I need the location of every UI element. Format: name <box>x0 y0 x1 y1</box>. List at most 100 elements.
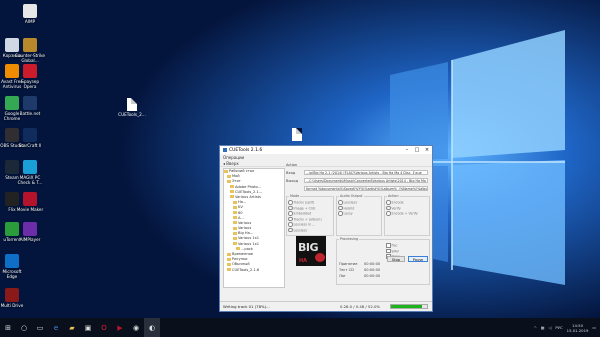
folder-icon <box>227 268 231 272</box>
option-action_opts[interactable]: Encode <box>386 200 404 205</box>
pause-button[interactable]: Pause <box>408 256 428 262</box>
option-mode_opts[interactable]: Lossless in ... <box>288 222 316 227</box>
desktop-icon[interactable]: Браузер Opera <box>10 64 50 89</box>
app-icon <box>23 4 37 18</box>
output-template-field[interactable]: format %documents%\Saved\%Y%\%artist%\%a… <box>304 186 428 191</box>
folder-icon <box>233 236 237 240</box>
option-action_opts[interactable]: Encode + Verify <box>386 211 418 216</box>
input-label: Вход <box>286 171 296 175</box>
file-explorer-icon[interactable]: ▰ <box>64 318 80 337</box>
folder-icon <box>227 179 231 183</box>
app-icon <box>23 64 37 78</box>
desktop-icon[interactable]: AIMP <box>10 4 50 24</box>
output-path-field[interactable]: ...C:\Users\Documents\Music\Converted\Va… <box>304 178 428 183</box>
desktop-icon[interactable]: StarCraft II <box>10 128 50 148</box>
option-mode_opts[interactable]: Tracks + (album) <box>288 217 322 222</box>
volume-icon[interactable]: ◁ <box>548 325 551 330</box>
option-mode_opts[interactable]: Image + CUE <box>288 206 316 211</box>
folder-icon <box>233 205 237 209</box>
app-icon <box>23 160 37 174</box>
file-icon <box>127 98 137 111</box>
option-action_opts[interactable]: Verify <box>386 206 401 211</box>
proc-field-time: 00:00:00 <box>364 268 381 272</box>
app-icon <box>23 38 37 52</box>
option-output_opts[interactable]: Lossy <box>338 211 353 216</box>
folder-icon <box>233 216 237 220</box>
progress-bar <box>390 304 428 309</box>
start-button[interactable]: ⊞ <box>0 318 16 337</box>
app-icon <box>23 128 37 142</box>
folder-icon <box>233 242 237 246</box>
desktop-file-2[interactable] <box>288 128 306 141</box>
language-indicator[interactable]: РУС <box>555 325 562 330</box>
window-titlebar[interactable]: CUETools 2.1.6 – □ × <box>220 146 432 154</box>
action-label: Action <box>286 163 298 167</box>
option-proc_opts[interactable]: WAV <box>386 249 399 254</box>
app-icon <box>23 222 37 236</box>
store-icon[interactable]: ▣ <box>80 318 96 337</box>
option-mode_opts[interactable]: Lossless <box>288 228 308 233</box>
close-button[interactable]: × <box>422 147 432 153</box>
desktop-icon[interactable]: AIMPlayer <box>10 222 50 242</box>
folder-icon <box>230 185 234 189</box>
output-label: Выход <box>286 179 299 183</box>
option-proc_opts[interactable]: flac <box>386 243 398 248</box>
proc-field-label: Тест СD <box>339 268 354 272</box>
obs-icon[interactable]: ◉ <box>128 318 144 337</box>
desktop-icon[interactable]: Battle.net <box>10 96 50 116</box>
window-title: CUETools 2.1.6 <box>229 147 263 153</box>
option-mode_opts[interactable]: Embedded <box>288 211 312 216</box>
desktop-icon[interactable]: Microsoft Edge <box>0 254 32 279</box>
folder-icon <box>233 231 237 235</box>
stop-button[interactable]: Stop <box>387 256 405 262</box>
folder-icon <box>224 169 228 173</box>
proc-field-label: Принятие <box>339 262 358 266</box>
status-bar: Writing track 01 (78%)... 0.28.0 / 0.48 … <box>220 301 432 311</box>
opera-icon[interactable]: O <box>96 318 112 337</box>
desktop-icon[interactable]: MAGIX PC Check & T... <box>10 160 50 185</box>
input-path-field[interactable]: ...lo\Big Ha 2-1 (2014) [FLAC]\Various A… <box>304 170 428 175</box>
tree-item[interactable]: CUETools_2.1.6 <box>224 268 284 273</box>
option-mode_opts[interactable]: Tracks (split) <box>288 200 315 205</box>
search-icon[interactable]: ○ <box>16 318 32 337</box>
folder-icon <box>227 174 231 178</box>
desktop-icon[interactable]: Counter-Strike Global... <box>10 38 50 63</box>
app-icon <box>23 96 37 110</box>
folder-icon <box>230 190 234 194</box>
folder-icon <box>233 211 237 214</box>
menu-operations[interactable]: Операции <box>223 155 244 160</box>
file-icon <box>292 128 302 141</box>
movie-icon[interactable]: ▶ <box>112 318 128 337</box>
app-icon <box>5 254 19 268</box>
app-icon <box>23 192 37 206</box>
clock[interactable]: 14:50 15.01.2019 <box>567 323 589 333</box>
desktop-icon[interactable]: Multi Drive <box>0 288 32 308</box>
chevron-up-icon[interactable]: ^ <box>534 325 537 330</box>
status-text: Writing track 01 (78%)... <box>223 304 270 309</box>
folder-icon <box>236 247 240 251</box>
proc-field-time: 00:00:00 <box>364 262 381 266</box>
clock-date: 15.01.2019 <box>566 327 589 333</box>
cuetools-window[interactable]: CUETools 2.1.6 – □ × Операции ◂ Вверх Ра… <box>219 145 433 312</box>
desktop-icon[interactable]: Movie Maker <box>10 192 50 212</box>
app-icon <box>223 148 227 152</box>
app-icon <box>5 288 19 302</box>
up-button[interactable]: ◂ Вверх <box>223 161 239 166</box>
minimize-button[interactable]: – <box>402 147 412 153</box>
proc-field-time: 00:00:00 <box>364 274 381 278</box>
cuetools-taskbar-icon[interactable]: ◐ <box>144 318 160 337</box>
folder-tree[interactable]: Рабочий стол Мой Этот Adobe Photo... CUETool… <box>223 168 285 288</box>
folder-icon <box>230 195 234 199</box>
maximize-button[interactable]: □ <box>412 147 422 153</box>
desktop-file-cuetools[interactable]: CUETools_2... <box>118 98 146 117</box>
album-cover: BIG HA <box>296 236 326 266</box>
folder-icon <box>227 257 231 261</box>
folder-icon <box>233 226 237 230</box>
task-view-icon[interactable]: ▭ <box>32 318 48 337</box>
network-icon[interactable]: ▦ <box>541 325 545 330</box>
option-output_opts[interactable]: Hybrid <box>338 206 355 211</box>
folder-icon <box>233 221 237 225</box>
edge-icon[interactable]: e <box>48 318 64 337</box>
option-output_opts[interactable]: Lossless <box>338 200 358 205</box>
notifications-icon[interactable]: ▭ <box>592 325 596 330</box>
